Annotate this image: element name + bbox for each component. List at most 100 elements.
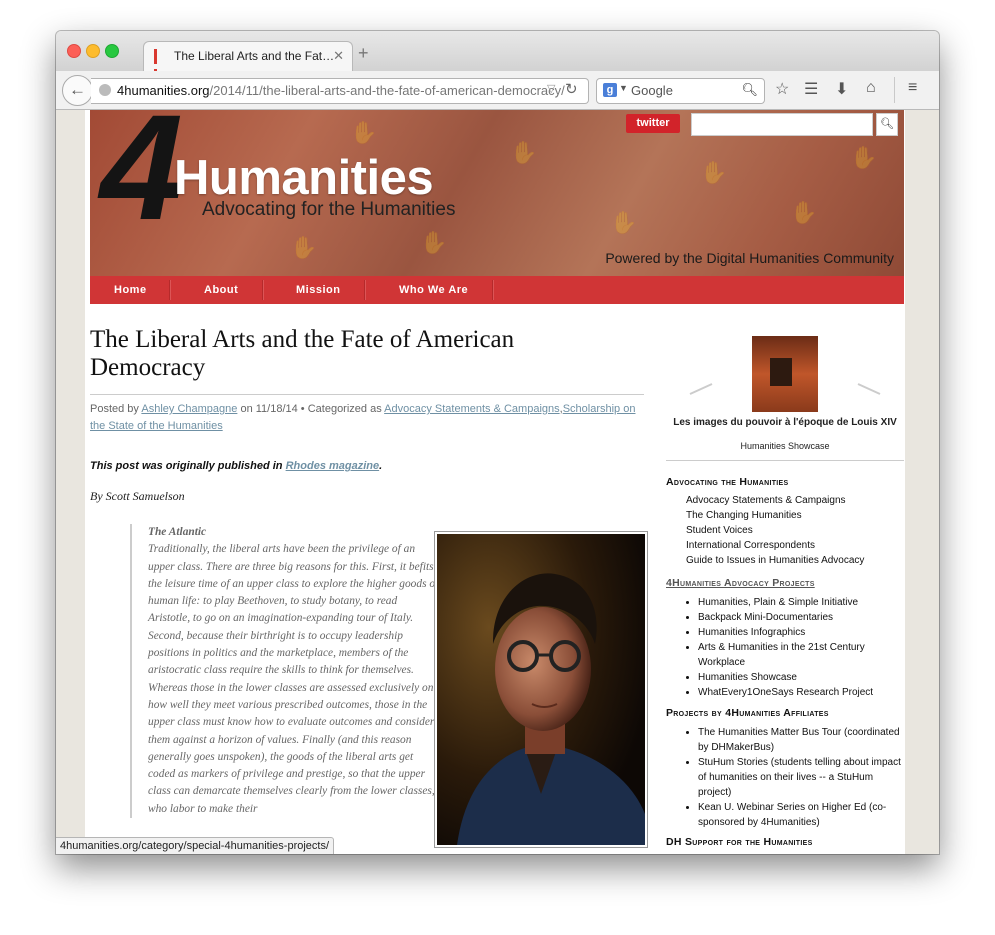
list-item[interactable]: Backpack Mini-Documentaries [698, 610, 903, 625]
minimize-window-button[interactable] [86, 44, 100, 58]
navigation-toolbar: ← 4humanities.org/2014/11/the-liberal-ar… [56, 71, 939, 110]
site-header: ✋ ✋ ✋ ✋ ✋ ✋ ✋ ✋ 4 Humanities Advocating … [90, 110, 904, 276]
list-item[interactable]: The Humanities Matter Bus Tour (coordina… [698, 725, 903, 755]
favicon-icon [154, 49, 163, 84]
nav-divider [169, 280, 171, 300]
showcase-caption: Humanities Showcase [740, 441, 830, 451]
showcase-image[interactable] [752, 336, 818, 412]
twitter-button[interactable]: twitter [626, 114, 680, 133]
handprint-decor: ✋ [850, 145, 878, 170]
posted-by-label: Posted by [90, 403, 139, 415]
menu-icon[interactable]: ≡ [908, 79, 917, 97]
handprint-decor: ✋ [290, 235, 318, 260]
active-tab[interactable]: The Liberal Arts and the Fat… ✕ [143, 41, 353, 84]
byline: By Scott Samuelson [90, 489, 185, 503]
home-icon[interactable]: ⌂ [866, 79, 876, 97]
search-placeholder: Google [631, 83, 673, 98]
author-photo-image [437, 534, 645, 845]
url-path: /2014/11/the-liberal-arts-and-the-fate-o… [209, 83, 565, 98]
main-nav: Home About Mission Who We Are [90, 276, 904, 304]
new-tab-button[interactable]: + [358, 44, 369, 62]
list-item[interactable]: Guide to Issues in Humanities Advocacy [686, 553, 864, 568]
nav-item-about[interactable]: About [204, 276, 238, 304]
url-bar[interactable]: 4humanities.org/2014/11/the-liberal-arts… [91, 78, 589, 104]
author-photo [434, 531, 648, 848]
search-icon[interactable]: 🔍︎ [741, 82, 758, 98]
list-item[interactable]: Humanities Showcase [698, 670, 903, 685]
globe-icon [99, 84, 111, 96]
powered-by-text: Powered by the Digital Humanities Commun… [605, 250, 894, 266]
handprint-decor: ✋ [510, 140, 538, 165]
back-arrow-icon[interactable]: ← [62, 75, 93, 106]
nav-item-mission[interactable]: Mission [296, 276, 340, 304]
quote-text: Traditionally, the liberal arts have bee… [148, 543, 439, 815]
category-link-advocacy[interactable]: Advocacy Statements & Campaigns [384, 403, 559, 415]
google-icon[interactable]: g [603, 83, 617, 97]
quote-source: The Atlantic [148, 526, 207, 538]
list-item[interactable]: StuHum Stories (students telling about i… [698, 755, 903, 800]
list-item[interactable]: Advocacy Statements & Campaigns [686, 493, 864, 508]
nav-item-who-we-are[interactable]: Who We Are [399, 276, 468, 304]
search-engine-caret-icon[interactable]: ▼ [619, 83, 628, 93]
tab-bar: The Liberal Arts and the Fat… ✕ + [56, 31, 939, 84]
author-link[interactable]: Ashley Champagne [141, 403, 237, 415]
list-item[interactable]: The Changing Humanities [686, 508, 864, 523]
section-heading-advocating: Advocating the Humanities [666, 476, 789, 488]
nav-divider [262, 280, 264, 300]
originally-published-note: This post was originally published in Rh… [90, 460, 382, 472]
logo-text[interactable]: Humanities [174, 150, 434, 206]
list-item[interactable]: Kean U. Webinar Series on Higher Ed (co-… [698, 800, 903, 830]
reload-icon[interactable]: ↻ [565, 80, 578, 98]
url-dropdown-icon[interactable]: ▽ [547, 82, 555, 95]
title-divider [90, 394, 644, 395]
site-tagline: Advocating for the Humanities [202, 199, 456, 220]
zoom-window-button[interactable] [105, 44, 119, 58]
handprint-decor: ✋ [790, 200, 818, 225]
handprint-decor: ✋ [700, 160, 728, 185]
sidebar-divider [666, 460, 904, 461]
note-prefix: This post was originally published in [90, 460, 283, 472]
handprint-decor: ✋ [350, 120, 378, 145]
list-item[interactable]: Humanities, Plain & Simple Initiative [698, 595, 903, 610]
list-item[interactable]: Student Voices [686, 523, 864, 538]
showcase-title[interactable]: Les images du pouvoir à l'époque de Loui… [666, 417, 904, 428]
star-icon[interactable]: ☆ [775, 79, 789, 99]
post-date-text: on 11/18/14 • Categorized as [240, 403, 382, 415]
list-item[interactable]: Humanities Infographics [698, 625, 903, 640]
status-bar-url: 4humanities.org/category/special-4humani… [56, 837, 335, 854]
handprint-decor: ✋ [420, 230, 448, 255]
url-text[interactable]: 4humanities.org/2014/11/the-liberal-arts… [117, 83, 565, 98]
browser-window: The Liberal Arts and the Fat… ✕ + ← 4hum… [56, 31, 939, 854]
logo-number[interactable]: 4 [100, 110, 183, 242]
article-title: The Liberal Arts and the Fate of America… [90, 326, 515, 381]
download-icon[interactable]: ⬇ [835, 79, 848, 99]
list-item[interactable]: WhatEvery1OneSays Research Project [698, 685, 903, 700]
rhodes-magazine-link[interactable]: Rhodes magazine [286, 460, 380, 472]
nav-divider [492, 280, 494, 300]
web-page: ✋ ✋ ✋ ✋ ✋ ✋ ✋ ✋ 4 Humanities Advocating … [85, 110, 905, 854]
site-search-button[interactable]: 🔍︎ [876, 113, 898, 136]
close-window-button[interactable] [67, 44, 81, 58]
section-heading-advocacy-projects[interactable]: 4Humanities Advocacy Projects [666, 577, 815, 589]
affiliates-list: The Humanities Matter Bus Tour (coordina… [698, 725, 903, 830]
post-meta: Posted by Ashley Champagne on 11/18/14 •… [90, 401, 650, 435]
section-heading-affiliates: Projects by 4Humanities Affiliates [666, 707, 829, 719]
nav-divider [364, 280, 366, 300]
handprint-decor: ✋ [610, 210, 638, 235]
blockquote: The Atlantic Traditionally, the liberal … [130, 524, 440, 819]
advocating-list: Advocacy Statements & Campaigns The Chan… [686, 493, 864, 568]
tab-close-icon[interactable]: ✕ [333, 48, 344, 64]
toolbar-separator [894, 77, 895, 103]
advocacy-projects-list: Humanities, Plain & Simple Initiative Ba… [698, 595, 903, 700]
note-suffix: . [379, 460, 383, 472]
page-viewport: ✋ ✋ ✋ ✋ ✋ ✋ ✋ ✋ 4 Humanities Advocating … [56, 110, 939, 854]
site-search-input[interactable] [691, 113, 873, 136]
section-heading-dh-support: DH Support for the Humanities [666, 836, 813, 848]
list-item[interactable]: Arts & Humanities in the 21st Century Wo… [698, 640, 903, 670]
url-domain: 4humanities.org [117, 83, 210, 98]
tab-title: The Liberal Arts and the Fat… [174, 49, 335, 63]
list-item[interactable]: International Correspondents [686, 538, 864, 553]
search-box[interactable]: g ▼ Google 🔍︎ [596, 78, 765, 104]
nav-item-home[interactable]: Home [114, 276, 147, 304]
reading-list-icon[interactable]: ☰ [804, 79, 818, 99]
